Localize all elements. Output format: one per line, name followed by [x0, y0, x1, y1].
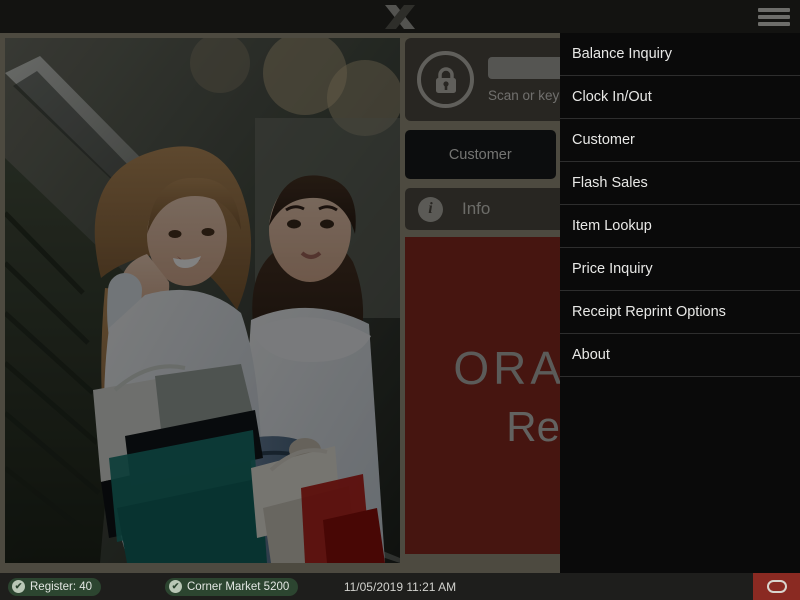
menu-item-label: Customer — [572, 132, 635, 148]
menu-item-label: Item Lookup — [572, 218, 652, 234]
menu-item-label: Flash Sales — [572, 175, 648, 191]
menu-item-flash-sales[interactable]: Flash Sales — [560, 162, 800, 205]
power-indicator-button[interactable] — [753, 573, 800, 600]
menu-item-label: Price Inquiry — [572, 261, 653, 277]
check-circle-icon: ✔ — [169, 580, 182, 593]
menu-item-clock-in-out[interactable]: Clock In/Out — [560, 76, 800, 119]
register-badge-label: Register: 40 — [30, 580, 93, 593]
status-bar: 11/05/2019 11:21 AM ✔ Register: 40 ✔ Cor… — [0, 573, 800, 600]
pos-application-window: Scan or key your Customer i Info ORACLE … — [0, 0, 800, 600]
menu-item-label: Clock In/Out — [572, 89, 652, 105]
menu-item-label: Receipt Reprint Options — [572, 304, 726, 320]
menu-item-label: About — [572, 347, 610, 363]
slide-out-menu-panel: Balance Inquiry Clock In/Out Customer Fl… — [560, 33, 800, 573]
menu-item-about[interactable]: About — [560, 334, 800, 377]
check-circle-icon: ✔ — [12, 580, 25, 593]
menu-item-item-lookup[interactable]: Item Lookup — [560, 205, 800, 248]
menu-item-label: Balance Inquiry — [572, 46, 672, 62]
status-timestamp: 11/05/2019 11:21 AM — [343, 579, 457, 594]
menu-item-price-inquiry[interactable]: Price Inquiry — [560, 248, 800, 291]
register-status-badge[interactable]: ✔ Register: 40 — [8, 577, 102, 596]
store-badge-label: Corner Market 5200 — [187, 580, 290, 593]
menu-item-customer[interactable]: Customer — [560, 119, 800, 162]
store-status-badge[interactable]: ✔ Corner Market 5200 — [165, 577, 299, 596]
menu-item-receipt-reprint-options[interactable]: Receipt Reprint Options — [560, 291, 800, 334]
oval-indicator-icon — [766, 580, 787, 593]
menu-item-balance-inquiry[interactable]: Balance Inquiry — [560, 33, 800, 76]
